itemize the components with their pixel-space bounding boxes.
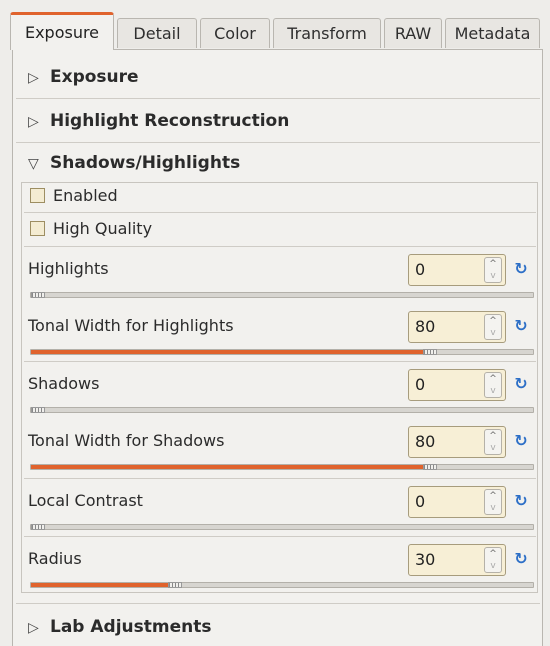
radius-spinbox[interactable]: 30 ^ v — [408, 544, 506, 576]
spin-down-icon[interactable]: v — [485, 502, 501, 514]
tonal-width-shadows-value[interactable]: 80 — [415, 427, 435, 457]
spin-down-icon[interactable]: v — [485, 442, 501, 454]
tonal-width-shadows-slider-handle[interactable] — [423, 464, 437, 470]
reset-icon[interactable]: ↻ — [512, 550, 530, 568]
tab-raw[interactable]: RAW — [384, 18, 442, 48]
highlights-label: Highlights — [28, 259, 109, 278]
enabled-checkbox[interactable] — [30, 188, 45, 203]
separator — [16, 142, 540, 143]
spin-buttons: ^ v — [484, 314, 502, 340]
spin-up-icon[interactable]: ^ — [485, 490, 501, 502]
spin-buttons: ^ v — [484, 429, 502, 455]
tab-metadata[interactable]: Metadata — [445, 18, 540, 48]
radius-label: Radius — [28, 549, 82, 568]
tonal-width-highlights-spinbox[interactable]: 80 ^ v — [408, 311, 506, 343]
spin-up-icon[interactable]: ^ — [485, 430, 501, 442]
enabled-label: Enabled — [53, 186, 118, 205]
spin-up-icon[interactable]: ^ — [485, 548, 501, 560]
expand-arrow-icon: ▷ — [28, 70, 39, 86]
tonal-width-highlights-value[interactable]: 80 — [415, 312, 435, 342]
local-contrast-slider-handle[interactable] — [31, 524, 45, 530]
high-quality-label: High Quality — [53, 219, 153, 238]
expander-shadows-highlights-title: Shadows/Highlights — [50, 153, 241, 173]
highlights-spinbox[interactable]: 0 ^ v — [408, 254, 506, 286]
expand-arrow-icon: ▷ — [28, 114, 39, 130]
expander-lab-adjustments-title: Lab Adjustments — [50, 617, 212, 637]
radius-value[interactable]: 30 — [415, 545, 435, 575]
tonal-width-highlights-slider-handle[interactable] — [423, 349, 437, 355]
spin-up-icon[interactable]: ^ — [485, 315, 501, 327]
separator — [24, 361, 536, 362]
reset-icon[interactable]: ↻ — [512, 260, 530, 278]
spin-buttons: ^ v — [484, 372, 502, 398]
spin-down-icon[interactable]: v — [485, 385, 501, 397]
tonal-width-highlights-slider[interactable] — [30, 349, 534, 355]
spin-buttons: ^ v — [484, 257, 502, 283]
shadows-slider-handle[interactable] — [31, 407, 45, 413]
tonal-width-shadows-slider[interactable] — [30, 464, 534, 470]
tonal-width-shadows-slider-fill — [31, 465, 423, 469]
expander-shadows-highlights[interactable]: ▽ Shadows/Highlights — [28, 150, 240, 176]
separator — [24, 478, 536, 479]
highlights-slider-handle[interactable] — [31, 292, 45, 298]
reset-icon[interactable]: ↻ — [512, 317, 530, 335]
radius-slider-fill — [31, 583, 168, 587]
spin-down-icon[interactable]: v — [485, 560, 501, 572]
separator — [24, 212, 536, 213]
shadows-slider[interactable] — [30, 407, 534, 413]
spin-buttons: ^ v — [484, 489, 502, 515]
reset-icon[interactable]: ↻ — [512, 492, 530, 510]
spin-up-icon[interactable]: ^ — [485, 373, 501, 385]
tab-exposure[interactable]: Exposure — [10, 12, 114, 50]
high-quality-checkbox[interactable] — [30, 221, 45, 236]
tonal-width-shadows-label: Tonal Width for Shadows — [28, 431, 225, 450]
collapse-arrow-icon: ▽ — [28, 156, 39, 172]
enabled-checkbox-row[interactable]: Enabled — [28, 183, 118, 209]
local-contrast-spinbox[interactable]: 0 ^ v — [408, 486, 506, 518]
shadows-spinbox[interactable]: 0 ^ v — [408, 369, 506, 401]
separator — [24, 246, 536, 247]
expander-exposure[interactable]: ▷ Exposure — [28, 64, 139, 90]
spin-down-icon[interactable]: v — [485, 327, 501, 339]
expander-lab-adjustments[interactable]: ▷ Lab Adjustments — [28, 614, 211, 640]
local-contrast-slider[interactable] — [30, 524, 534, 530]
radius-slider[interactable] — [30, 582, 534, 588]
shadows-label: Shadows — [28, 374, 100, 393]
separator — [24, 536, 536, 537]
local-contrast-label: Local Contrast — [28, 491, 143, 510]
separator — [16, 603, 540, 604]
expander-highlight-reconstruction[interactable]: ▷ Highlight Reconstruction — [28, 108, 289, 134]
tab-detail[interactable]: Detail — [117, 18, 197, 48]
spin-buttons: ^ v — [484, 547, 502, 573]
expand-arrow-icon: ▷ — [28, 620, 39, 636]
radius-slider-handle[interactable] — [168, 582, 182, 588]
tonal-width-highlights-slider-fill — [31, 350, 423, 354]
tonal-width-highlights-label: Tonal Width for Highlights — [28, 316, 234, 335]
high-quality-checkbox-row[interactable]: High Quality — [28, 216, 152, 242]
expander-highlight-reconstruction-title: Highlight Reconstruction — [50, 111, 290, 131]
highlights-slider[interactable] — [30, 292, 534, 298]
reset-icon[interactable]: ↻ — [512, 432, 530, 450]
expander-exposure-title: Exposure — [50, 67, 139, 87]
spin-down-icon[interactable]: v — [485, 270, 501, 282]
tab-color[interactable]: Color — [200, 18, 270, 48]
local-contrast-value[interactable]: 0 — [415, 487, 425, 517]
separator — [16, 98, 540, 99]
shadows-value[interactable]: 0 — [415, 370, 425, 400]
tab-transform[interactable]: Transform — [273, 18, 381, 48]
reset-icon[interactable]: ↻ — [512, 375, 530, 393]
spin-up-icon[interactable]: ^ — [485, 258, 501, 270]
highlights-value[interactable]: 0 — [415, 255, 425, 285]
tonal-width-shadows-spinbox[interactable]: 80 ^ v — [408, 426, 506, 458]
